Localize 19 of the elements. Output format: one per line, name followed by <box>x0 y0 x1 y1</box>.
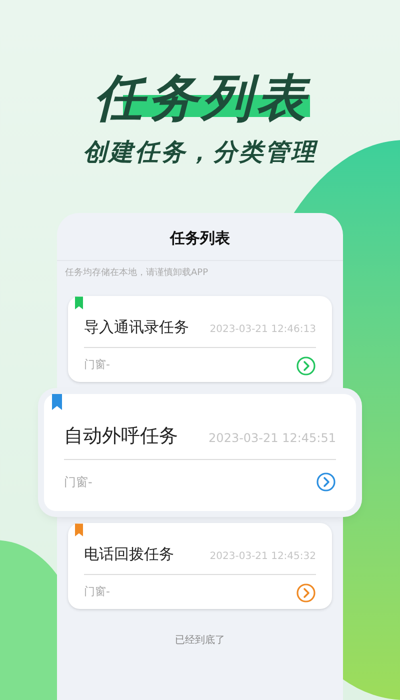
task-time: 2023-03-21 12:45:32 <box>210 550 316 564</box>
chevron-circle-icon[interactable] <box>296 356 316 376</box>
task-name: 电话回拨任务 <box>84 544 174 565</box>
task-time: 2023-03-21 12:46:13 <box>210 323 316 337</box>
task-card[interactable]: 自动外呼任务 2023-03-21 12:45:51 门窗- <box>44 394 356 511</box>
chevron-circle-icon[interactable] <box>316 472 336 492</box>
task-time: 2023-03-21 12:45:51 <box>208 430 336 447</box>
task-note: 门窗- <box>64 474 92 490</box>
chevron-circle-icon[interactable] <box>296 582 316 602</box>
list-end-text: 已经到底了 <box>174 634 226 648</box>
task-card[interactable]: 电话回拨任务 2023-03-21 12:45:32 门窗- <box>68 523 332 609</box>
task-note: 门窗- <box>84 584 110 600</box>
headline-subtitle: 创建任务，分类管理 <box>83 137 317 168</box>
screen-title: 任务列表 <box>57 213 343 260</box>
task-note: 门窗- <box>84 357 110 374</box>
task-name: 自动外呼任务 <box>64 424 178 449</box>
storage-notice: 任务均存储在本地，请谨慎卸载APP <box>64 266 210 280</box>
task-name: 导入通讯录任务 <box>84 317 189 338</box>
task-card[interactable]: 导入通讯录任务 2023-03-21 12:46:13 门窗- <box>68 296 332 382</box>
